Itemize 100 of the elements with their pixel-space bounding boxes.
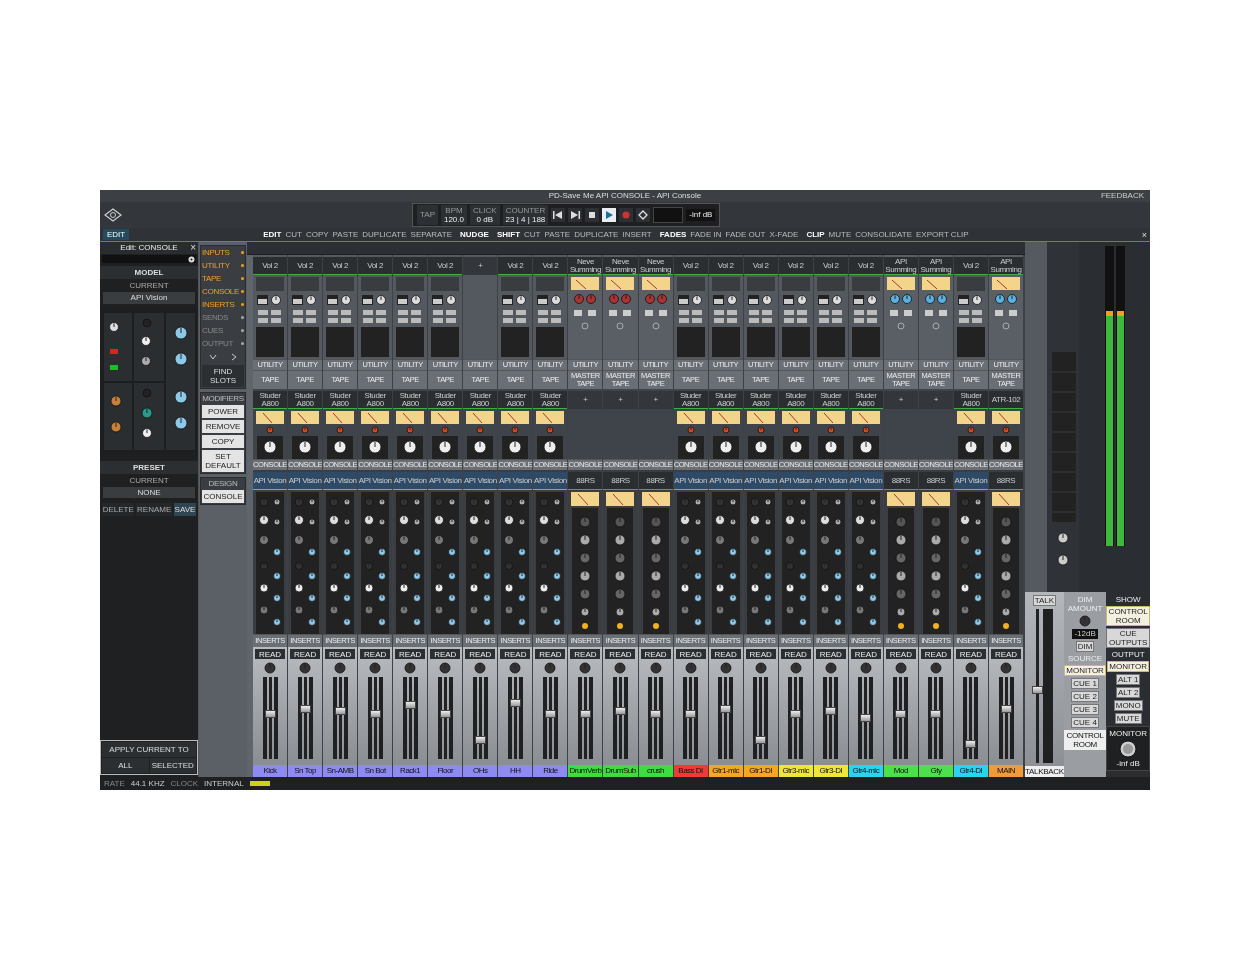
plugin-slot[interactable]: +	[638, 391, 673, 409]
automation-read-button[interactable]: READ	[710, 649, 741, 659]
plugin-slot[interactable]: Vol 2	[428, 257, 463, 275]
feedback-button[interactable]: FEEDBACK	[1100, 191, 1144, 201]
output-button[interactable]: MUTE	[1114, 713, 1142, 725]
plugin-slot[interactable]: Vol 2	[743, 257, 778, 275]
automation-read-button[interactable]: READ	[780, 649, 811, 659]
modifier-button[interactable]: COPY	[202, 435, 244, 449]
apply-button[interactable]: SELECTED	[149, 758, 196, 773]
fader-handle[interactable]	[264, 710, 276, 719]
plugin-slot[interactable]: API Summing	[989, 257, 1024, 275]
cue-button[interactable]: CUE 1	[1071, 677, 1099, 689]
edit-button[interactable]: CONSOLIDATE	[855, 230, 913, 239]
console-plugin-slot[interactable]: API Vision	[953, 472, 988, 490]
search-field[interactable]	[102, 255, 196, 263]
console-plugin-slot[interactable]: API Vision	[848, 472, 883, 490]
plugin-slot[interactable]: Neve Summing	[603, 257, 638, 275]
fader-handle[interactable]	[825, 706, 837, 715]
automation-read-button[interactable]: READ	[465, 649, 496, 659]
plugin-slot[interactable]: ATR-102	[989, 391, 1024, 409]
edit-button[interactable]: FADE OUT	[725, 230, 766, 239]
fader-handle[interactable]	[509, 699, 521, 708]
console-plugin-slot[interactable]: API Vision	[323, 472, 358, 490]
automation-read-button[interactable]: READ	[605, 649, 636, 659]
fader-handle[interactable]	[1000, 705, 1012, 714]
modifier-button[interactable]: POWER	[202, 405, 244, 419]
automation-read-button[interactable]: READ	[255, 649, 285, 659]
plugin-slot[interactable]: Studer A800	[358, 391, 393, 409]
plugin-slot[interactable]: Studer A800	[463, 391, 498, 409]
cue-button[interactable]: CUE 4	[1071, 716, 1099, 728]
plugin-slot[interactable]: +	[883, 391, 918, 409]
plugin-slot[interactable]: Studer A800	[533, 391, 568, 409]
plugin-slot[interactable]: Studer A800	[953, 391, 988, 409]
close-button[interactable]: ×	[190, 242, 196, 253]
modifier-button[interactable]: SET DEFAULT	[202, 450, 244, 473]
plugin-slot[interactable]: Studer A800	[848, 391, 883, 409]
console-plugin-slot[interactable]: API Vision	[288, 472, 323, 490]
plugin-slot[interactable]: +	[918, 391, 953, 409]
edit-button[interactable]: SEPARATE	[410, 230, 453, 239]
plugin-slot[interactable]: Vol 2	[673, 257, 708, 275]
fader-handle[interactable]	[860, 714, 872, 723]
edit-button[interactable]: PASTE	[332, 230, 359, 239]
plugin-slot[interactable]: Vol 2	[953, 257, 988, 275]
section-toggle[interactable]: UTILITY	[202, 260, 244, 271]
console-plugin-slot[interactable]: API Vision	[708, 472, 743, 490]
fader-handle[interactable]	[685, 710, 697, 719]
output-button[interactable]: ALT 2	[1115, 687, 1141, 699]
plugin-slot[interactable]: Neve Summing	[568, 257, 603, 275]
automation-read-button[interactable]: READ	[570, 649, 601, 659]
console-plugin-slot[interactable]: 88RS	[918, 472, 953, 490]
console-plugin-slot[interactable]: 88RS	[638, 472, 673, 490]
edit-button[interactable]: INSERT	[622, 230, 652, 239]
automation-read-button[interactable]: READ	[500, 649, 531, 659]
plugin-slot[interactable]: Vol 2	[393, 257, 428, 275]
preset-button[interactable]: SAVE	[173, 503, 196, 517]
plugin-slot[interactable]: Studer A800	[498, 391, 533, 409]
console-plugin-slot[interactable]: API Vision	[778, 472, 813, 490]
edit-button[interactable]: DUPLICATE	[574, 230, 619, 239]
fader-handle[interactable]	[790, 710, 802, 719]
plugin-slot[interactable]: Studer A800	[393, 391, 428, 409]
fader-handle[interactable]	[1031, 685, 1043, 694]
rewind-button[interactable]	[551, 208, 566, 222]
plugin-slot[interactable]: Vol 2	[498, 257, 533, 275]
fader-handle[interactable]	[755, 736, 767, 745]
automation-read-button[interactable]: READ	[745, 649, 776, 659]
cue-button[interactable]: CUE 2	[1071, 690, 1099, 702]
show-button[interactable]: CONTROL ROOM	[1106, 606, 1150, 627]
automation-read-button[interactable]: READ	[430, 649, 461, 659]
plugin-slot[interactable]: Studer A800	[253, 391, 288, 409]
modifier-button[interactable]: REMOVE	[202, 420, 244, 434]
section-toggle[interactable]: TAPE	[202, 273, 244, 284]
fader-handle[interactable]	[720, 705, 732, 714]
dim-button[interactable]: DIM	[1075, 640, 1095, 652]
automation-read-button[interactable]: READ	[955, 649, 986, 659]
fader-handle[interactable]	[579, 710, 591, 719]
fader-handle[interactable]	[895, 710, 907, 719]
console-plugin-slot[interactable]: API Vision	[533, 472, 568, 490]
play-button[interactable]	[602, 208, 617, 222]
console-plugin-slot[interactable]: API Vision	[463, 472, 498, 490]
apply-button[interactable]: ALL	[102, 758, 149, 773]
automation-read-button[interactable]: READ	[290, 649, 321, 659]
plugin-slot[interactable]: Vol 2	[813, 257, 848, 275]
cue-button[interactable]: CUE 3	[1071, 703, 1099, 715]
show-button[interactable]: CUE OUTPUTS	[1106, 628, 1150, 649]
plugin-slot[interactable]: Studer A800	[428, 391, 463, 409]
section-toggle[interactable]: INPUTS	[202, 247, 244, 258]
tool-button[interactable]: FIND SLOTS	[202, 365, 244, 387]
fader-handle[interactable]	[439, 710, 451, 719]
close-button[interactable]: ×	[1141, 229, 1147, 240]
output-button[interactable]: MONO	[1113, 700, 1143, 712]
edit-button[interactable]: EXPORT CLIP	[916, 230, 969, 239]
console-plugin-slot[interactable]: API Vision	[253, 472, 288, 490]
plugin-slot[interactable]: Vol 2	[358, 257, 393, 275]
loop-button[interactable]	[636, 208, 651, 222]
console-plugin-slot[interactable]: API Vision	[358, 472, 393, 490]
plugin-slot[interactable]: Studer A800	[673, 391, 708, 409]
section-toggle[interactable]: INSERTS	[202, 299, 244, 310]
edit-button[interactable]: DUPLICATE	[362, 230, 407, 239]
console-plugin-slot[interactable]: API Vision	[393, 472, 428, 490]
automation-read-button[interactable]: READ	[920, 649, 951, 659]
